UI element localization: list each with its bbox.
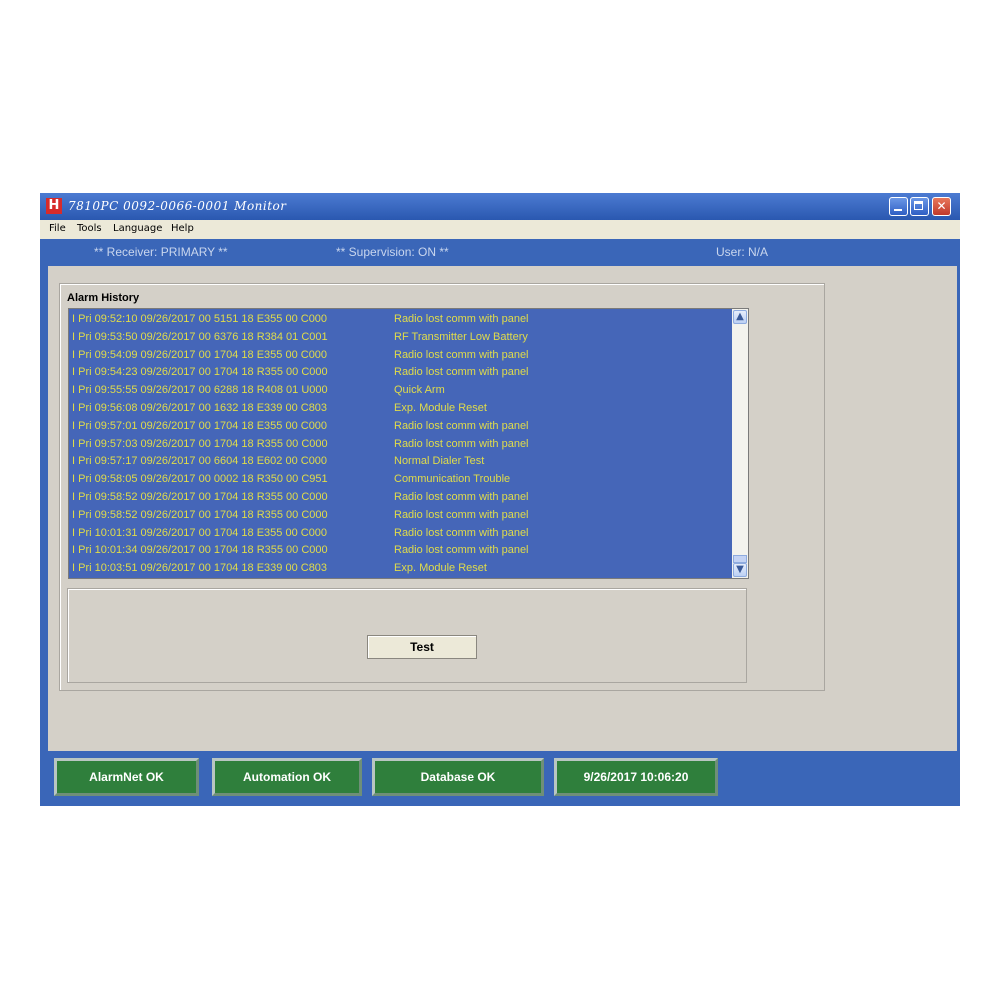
minimize-button[interactable] (889, 197, 908, 216)
alarm-event-code: I Pri 09:53:50 09/26/2017 00 6376 18 R38… (72, 330, 328, 343)
alarm-event-code: I Pri 09:57:01 09/26/2017 00 1704 18 E35… (72, 419, 328, 432)
alarm-history-row[interactable]: I Pri 10:01:34 09/26/2017 00 1704 18 R35… (72, 541, 732, 559)
menu-language[interactable]: Language (113, 223, 162, 234)
close-button[interactable] (932, 197, 951, 216)
alarm-event-description: Exp. Module Reset (394, 402, 487, 414)
vertical-scrollbar[interactable]: ▲ ▼ (732, 309, 748, 578)
alarmnet-status-button[interactable]: AlarmNet OK (54, 758, 199, 796)
alarm-event-description: Radio lost comm with panel (394, 313, 529, 325)
alarm-history-row[interactable]: I Pri 09:57:17 09/26/2017 00 6604 18 E60… (72, 452, 732, 470)
alarm-history-row[interactable]: I Pri 09:58:52 09/26/2017 00 1704 18 R35… (72, 488, 732, 506)
scroll-up-icon[interactable]: ▲ (733, 310, 747, 324)
supervision-status: ** Supervision: ON ** (336, 245, 449, 259)
test-button[interactable]: Test (367, 635, 477, 659)
alarm-history-row[interactable]: I Pri 09:56:08 09/26/2017 00 1632 18 E33… (72, 399, 732, 417)
window-title: 7810PC 0092-0066-0001 Monitor (68, 199, 287, 213)
alarm-history-row[interactable]: I Pri 09:58:52 09/26/2017 00 1704 18 R35… (72, 506, 732, 524)
menu-help[interactable]: Help (171, 223, 194, 234)
alarm-event-description: Radio lost comm with panel (394, 508, 529, 521)
main-panel: Alarm History I Pri 09:52:10 09/26/2017 … (48, 266, 957, 751)
alarm-history-row[interactable]: I Pri 10:03:51 09/26/2017 00 1704 18 E33… (72, 559, 732, 577)
alarm-event-code: I Pri 09:55:55 09/26/2017 00 6288 18 R40… (72, 384, 328, 397)
receiver-status: ** Receiver: PRIMARY ** (94, 245, 228, 259)
title-bar[interactable]: H 7810PC 0092-0066-0001 Monitor (40, 193, 960, 220)
user-status: User: N/A (716, 245, 769, 259)
alarm-event-description: RF Transmitter Low Battery (394, 330, 528, 343)
alarm-event-code: I Pri 09:57:03 09/26/2017 00 1704 18 R35… (72, 437, 328, 450)
alarm-event-description: Normal Dialer Test (394, 455, 485, 468)
scroll-down-icon[interactable]: ▼ (733, 563, 747, 577)
alarm-event-description: Radio lost comm with panel (394, 491, 529, 503)
alarm-history-title: Alarm History (67, 292, 140, 304)
alarm-event-code: I Pri 09:57:17 09/26/2017 00 6604 18 E60… (72, 455, 328, 468)
scroll-thumb[interactable] (733, 555, 747, 563)
test-panel: Test (67, 588, 747, 683)
alarm-history-row[interactable]: I Pri 10:01:31 09/26/2017 00 1704 18 E35… (72, 524, 732, 542)
maximize-button[interactable] (910, 197, 929, 216)
alarm-event-description: Radio lost comm with panel (394, 544, 529, 557)
alarm-event-description: Quick Arm (394, 384, 445, 397)
menu-file[interactable]: File (49, 223, 66, 234)
automation-status-button[interactable]: Automation OK (212, 758, 362, 796)
alarm-event-description: Communication Trouble (394, 473, 511, 486)
alarm-event-description: Radio lost comm with panel (394, 419, 529, 432)
alarm-event-description: Radio lost comm with panel (394, 348, 529, 361)
alarm-history-row[interactable]: I Pri 09:57:03 09/26/2017 00 1704 18 R35… (72, 435, 732, 453)
alarm-history-row[interactable]: I Pri 09:58:05 09/26/2017 00 0002 18 R35… (72, 470, 732, 488)
monitor-window: H 7810PC 0092-0066-0001 Monitor File Too… (40, 193, 960, 806)
alarm-history-row[interactable]: I Pri 09:52:10 09/26/2017 00 5151 18 E35… (72, 310, 732, 328)
alarm-history-row[interactable]: I Pri 09:55:55 09/26/2017 00 6288 18 R40… (72, 381, 732, 399)
alarm-history-list[interactable]: I Pri 09:52:10 09/26/2017 00 5151 18 E35… (68, 308, 749, 579)
alarm-history-group: Alarm History I Pri 09:52:10 09/26/2017 … (59, 283, 825, 691)
alarm-event-code: I Pri 09:58:52 09/26/2017 00 1704 18 R35… (72, 491, 328, 503)
alarm-history-row[interactable]: I Pri 09:54:09 09/26/2017 00 1704 18 E35… (72, 346, 732, 364)
alarm-event-code: I Pri 10:01:31 09/26/2017 00 1704 18 E35… (72, 526, 328, 539)
database-status-button[interactable]: Database OK (372, 758, 544, 796)
alarm-history-row[interactable]: I Pri 09:57:01 09/26/2017 00 1704 18 E35… (72, 417, 732, 435)
alarm-event-code: I Pri 10:01:34 09/26/2017 00 1704 18 R35… (72, 544, 328, 557)
receiver-status-line: ** Receiver: PRIMARY ** ** Supervision: … (40, 239, 960, 266)
alarm-event-description: Exp. Module Reset (394, 562, 487, 575)
alarm-event-code: I Pri 09:52:10 09/26/2017 00 5151 18 E35… (72, 313, 328, 325)
datetime-display: 9/26/2017 10:06:20 (554, 758, 718, 796)
alarm-event-code: I Pri 09:54:23 09/26/2017 00 1704 18 R35… (72, 366, 328, 379)
alarm-event-description: Radio lost comm with panel (394, 526, 529, 539)
app-logo-icon: H (46, 198, 62, 214)
menu-bar: File Tools Language Help (40, 220, 960, 239)
alarm-history-row[interactable]: I Pri 09:53:50 09/26/2017 00 6376 18 R38… (72, 328, 732, 346)
menu-tools[interactable]: Tools (77, 223, 102, 234)
alarm-event-code: I Pri 09:58:52 09/26/2017 00 1704 18 R35… (72, 508, 328, 521)
alarm-event-code: I Pri 09:56:08 09/26/2017 00 1632 18 E33… (72, 402, 328, 414)
alarm-event-code: I Pri 09:58:05 09/26/2017 00 0002 18 R35… (72, 473, 328, 486)
alarm-event-code: I Pri 10:03:51 09/26/2017 00 1704 18 E33… (72, 562, 328, 575)
alarm-event-description: Radio lost comm with panel (394, 366, 529, 379)
alarm-history-row[interactable]: I Pri 09:54:23 09/26/2017 00 1704 18 R35… (72, 363, 732, 381)
alarm-event-code: I Pri 09:54:09 09/26/2017 00 1704 18 E35… (72, 348, 328, 361)
alarm-event-description: Radio lost comm with panel (394, 437, 529, 450)
